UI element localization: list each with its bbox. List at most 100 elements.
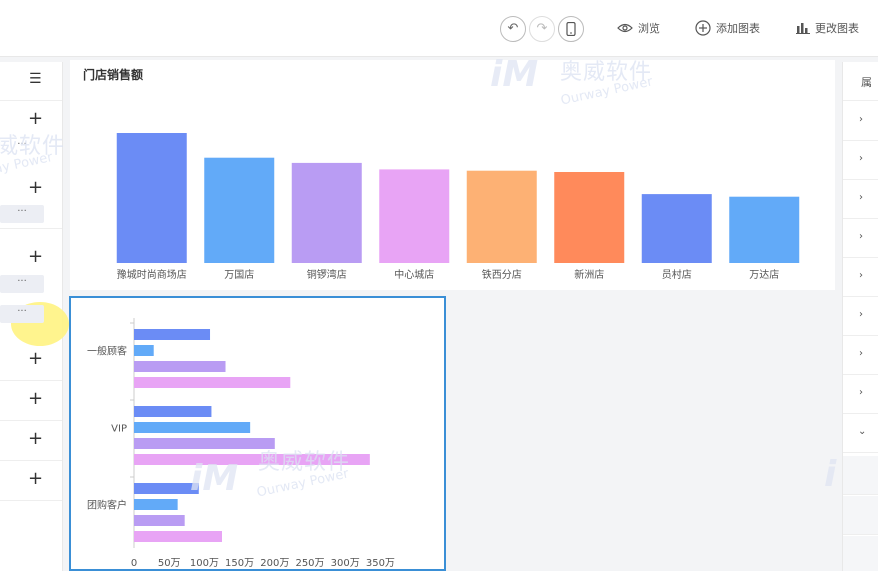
redo-button[interactable]: ↷ — [529, 16, 555, 42]
bar — [729, 196, 800, 263]
left-panel-row: + — [0, 380, 62, 421]
bar — [134, 515, 185, 526]
bar — [554, 172, 625, 263]
x-tick-label: 200万 — [260, 558, 289, 569]
add-icon[interactable]: + — [28, 430, 43, 448]
undo-button[interactable]: ↶ — [500, 16, 526, 42]
undo-icon: ↶ — [507, 21, 519, 36]
left-panel-group-1: + ··· — [0, 100, 62, 160]
bar — [291, 162, 362, 263]
x-tick-label: 250万 — [295, 558, 324, 569]
y-tick-label: VIP — [111, 424, 127, 435]
x-tick-label: 铜锣湾店 — [307, 268, 347, 281]
x-tick-label: 0 — [131, 558, 137, 569]
top-toolbar: ↶ ↷ 浏览 添加图表 更改图表 — [0, 0, 878, 57]
add-circle-icon — [695, 20, 711, 36]
chevron-right-icon: › — [859, 153, 863, 164]
add-icon[interactable]: + — [28, 248, 43, 266]
bar — [134, 483, 199, 494]
property-row-expanded[interactable]: ⌄ — [843, 414, 878, 453]
bar — [466, 170, 537, 263]
redo-icon: ↷ — [536, 21, 548, 36]
x-tick-label: 万达店 — [749, 268, 779, 281]
left-panel-row: + — [0, 420, 62, 461]
preview-label: 浏览 — [638, 22, 660, 35]
bar — [134, 377, 291, 388]
property-row[interactable]: › — [843, 219, 878, 258]
chevron-right-icon: › — [859, 231, 863, 242]
x-tick-label: 豫城时尚商场店 — [117, 268, 187, 281]
bar — [379, 169, 450, 263]
chevron-right-icon: › — [859, 387, 863, 398]
property-subrow[interactable] — [843, 496, 878, 535]
more-button[interactable]: ··· — [0, 205, 44, 223]
chevron-right-icon: › — [859, 114, 863, 125]
y-tick-label: 团购客户 — [87, 499, 127, 512]
left-panel-row: + — [0, 340, 62, 381]
right-panel: 属 › › › › › › › › ⌄ — [842, 62, 878, 571]
left-panel-header: ☰ — [0, 62, 62, 101]
property-row[interactable]: › — [843, 102, 878, 141]
chevron-right-icon: › — [859, 270, 863, 281]
property-row[interactable]: › — [843, 297, 878, 336]
add-icon[interactable]: + — [28, 179, 43, 197]
add-chart-label: 添加图表 — [716, 22, 760, 35]
bar — [134, 531, 222, 542]
right-panel-header: 属 — [843, 62, 878, 101]
bar-chart-icon — [796, 23, 810, 34]
bar — [641, 194, 712, 263]
bar — [134, 345, 154, 356]
add-icon[interactable]: + — [28, 470, 43, 488]
left-panel-group-2: + ··· — [0, 162, 62, 229]
chevron-right-icon: › — [859, 192, 863, 203]
customer-type-bar-chart: 一般顾客 VIP 团购客户 0 50万 100万 150万 200万 250万 300万 350万 — [87, 318, 395, 569]
bar — [134, 438, 275, 449]
phone-icon — [566, 21, 576, 37]
x-tick-label: 中心城店 — [394, 268, 434, 281]
add-icon[interactable]: + — [28, 110, 43, 128]
more-button[interactable]: ··· — [0, 138, 44, 156]
collapse-icon[interactable]: ☰ — [29, 71, 42, 87]
add-icon[interactable]: + — [28, 350, 43, 368]
chevron-right-icon: › — [859, 309, 863, 320]
property-row[interactable]: › — [843, 336, 878, 375]
property-row[interactable]: › — [843, 375, 878, 414]
store-sales-bar-chart: 豫城时尚商场店 万国店 铜锣湾店 中心城店 铁西分店 新洲店 员村店 万达店 — [116, 133, 800, 281]
property-subrow[interactable] — [843, 536, 878, 571]
property-row[interactable]: › — [843, 180, 878, 219]
left-panel-row: + — [0, 460, 62, 501]
property-row[interactable]: › — [843, 141, 878, 180]
change-chart-button[interactable]: 更改图表 — [796, 18, 859, 38]
mobile-preview-button[interactable] — [558, 16, 584, 42]
more-button[interactable]: ··· — [0, 305, 44, 323]
x-tick-label: 300万 — [331, 558, 360, 569]
chevron-right-icon: › — [859, 348, 863, 359]
y-tick-label: 一般顾客 — [87, 345, 127, 358]
x-tick-label: 50万 — [158, 558, 181, 569]
chevron-down-icon: ⌄ — [858, 426, 867, 437]
x-tick-label: 新洲店 — [574, 268, 604, 281]
left-panel: ☰ + ··· + ··· + ··· ··· + + + + — [0, 62, 69, 571]
customer-type-chart-card[interactable]: 一般顾客 VIP 团购客户 0 50万 100万 150万 200万 250万 300万 350万 — [69, 296, 446, 571]
bar — [116, 133, 187, 263]
right-panel-title: 属 — [861, 76, 872, 89]
x-tick-label: 员村店 — [662, 268, 692, 281]
eye-icon — [617, 23, 633, 33]
add-chart-button[interactable]: 添加图表 — [695, 18, 760, 38]
bar — [134, 422, 251, 433]
add-icon[interactable]: + — [28, 390, 43, 408]
change-chart-label: 更改图表 — [815, 22, 859, 35]
property-row[interactable]: › — [843, 258, 878, 297]
x-tick-label: 100万 — [190, 558, 219, 569]
preview-button[interactable]: 浏览 — [617, 18, 660, 38]
bar — [134, 361, 226, 372]
bar — [204, 157, 275, 263]
x-tick-label: 150万 — [225, 558, 254, 569]
more-button[interactable]: ··· — [0, 275, 44, 293]
x-tick-label: 350万 — [366, 558, 395, 569]
bar — [134, 406, 212, 417]
store-sales-chart-card[interactable]: 门店销售额 豫城时尚商场店 万国店 铜锣湾店 中心城店 铁西分店 新洲店 员村店 万达店 — [70, 60, 835, 290]
left-panel-group-3: + ··· ··· — [0, 242, 62, 332]
bar — [134, 499, 178, 510]
property-subrow[interactable] — [843, 456, 878, 495]
